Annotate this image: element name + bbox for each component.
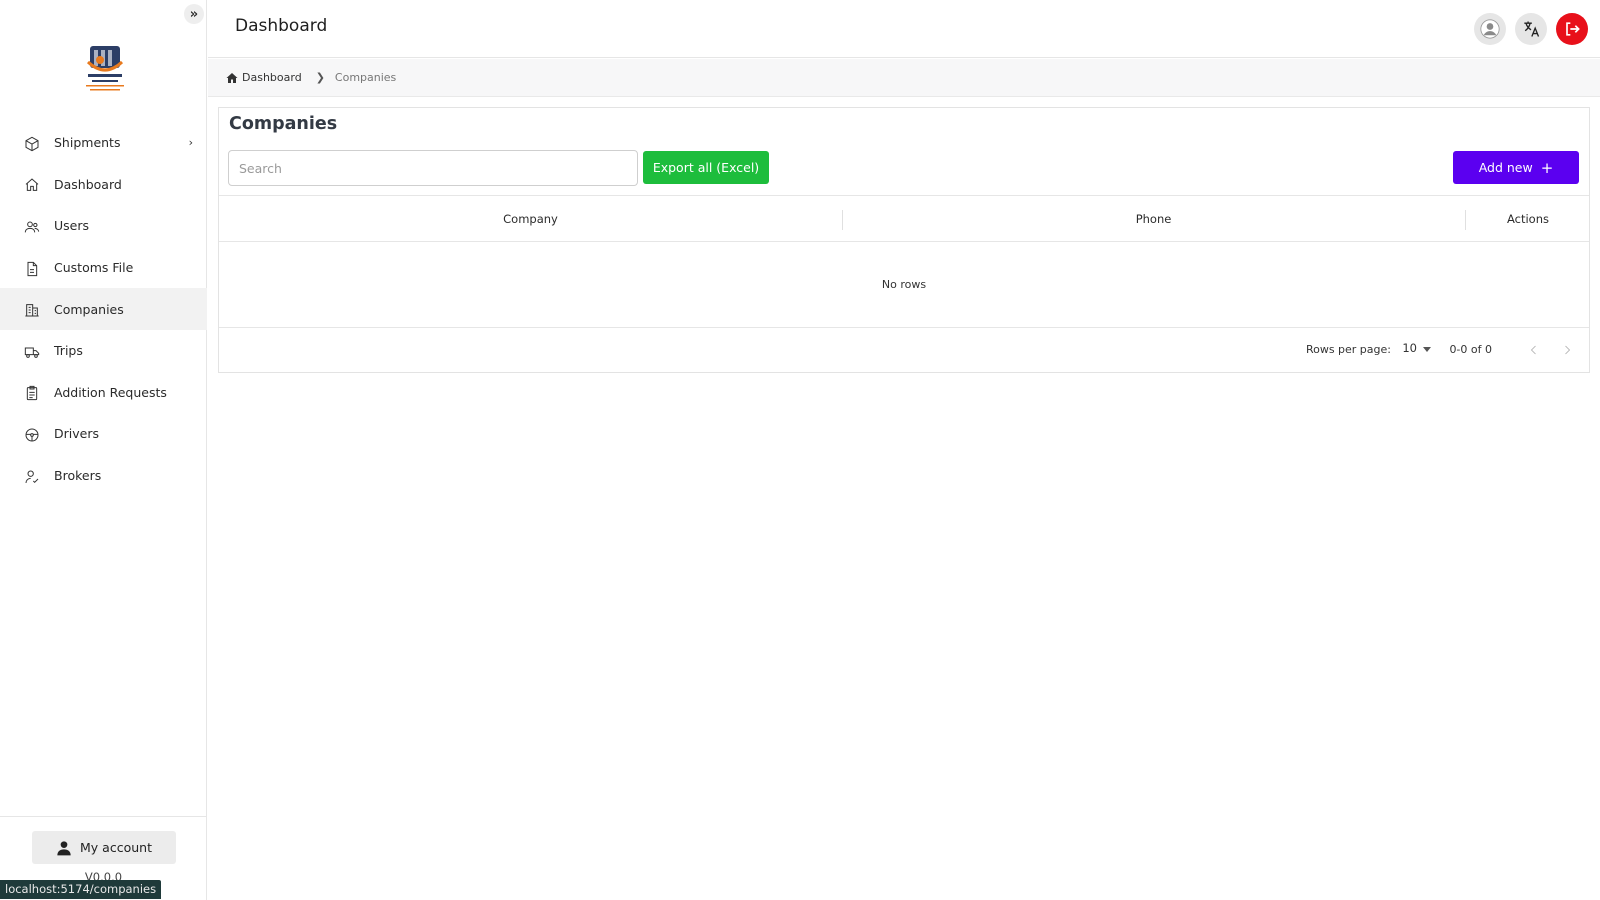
- sidebar: » Shipments › Dashboard Users Customs Fi…: [0, 0, 207, 900]
- language-button[interactable]: [1515, 13, 1547, 45]
- sidebar-item-label: Companies: [54, 301, 124, 317]
- logout-icon: [1566, 22, 1580, 36]
- translate-icon: [1524, 21, 1540, 37]
- chevron-right-icon: ❯: [315, 71, 325, 84]
- truck-icon: [24, 344, 40, 360]
- breadcrumb-home-label: Dashboard: [242, 71, 302, 84]
- page-title: Dashboard: [235, 16, 328, 36]
- file-icon: [24, 261, 40, 277]
- logout-button[interactable]: [1556, 13, 1588, 45]
- add-new-button[interactable]: Add new +: [1453, 151, 1579, 184]
- sidebar-item-drivers[interactable]: Drivers: [0, 413, 207, 455]
- home-icon: [24, 177, 40, 193]
- breadcrumb-home-link[interactable]: Dashboard: [226, 71, 302, 84]
- sidebar-item-label: Trips: [54, 343, 83, 359]
- export-excel-button[interactable]: Export all (Excel): [643, 151, 769, 184]
- chevron-left-icon: [1530, 345, 1536, 355]
- avatar-button[interactable]: [1474, 13, 1506, 45]
- my-account-label: My account: [80, 840, 152, 855]
- plus-icon: +: [1540, 158, 1554, 177]
- sidebar-item-addition-requests[interactable]: Addition Requests: [0, 372, 207, 414]
- sidebar-item-label: Shipments: [54, 135, 121, 151]
- chevron-right-icon: ›: [188, 136, 193, 149]
- empty-table-message: No rows: [219, 242, 1589, 328]
- user-check-icon: [24, 469, 40, 485]
- sidebar-item-label: Customs File: [54, 260, 134, 276]
- sidebar-item-label: Users: [54, 218, 90, 234]
- sidebar-item-companies[interactable]: Companies: [0, 288, 207, 330]
- column-header-actions: Actions: [1506, 212, 1549, 226]
- sidebar-item-shipments[interactable]: Shipments ›: [0, 122, 207, 164]
- sidebar-item-customs-file[interactable]: Customs File: [0, 247, 207, 289]
- next-page-button[interactable]: [1557, 340, 1577, 360]
- sidebar-item-label: Dashboard: [54, 176, 122, 192]
- box-icon: [24, 136, 40, 152]
- clipboard-icon: [24, 385, 40, 401]
- building-icon: [24, 302, 40, 318]
- sidebar-item-users[interactable]: Users: [0, 205, 207, 247]
- search-input[interactable]: [228, 150, 638, 186]
- breadcrumb-current: Companies: [334, 71, 397, 84]
- sidebar-collapse-button[interactable]: »: [184, 4, 204, 24]
- status-bar-url: localhost:5174/companies: [0, 880, 162, 899]
- pagination-range: 0-0 of 0: [1449, 343, 1492, 356]
- user-avatar-icon: [1480, 19, 1500, 39]
- table-pagination: Rows per page: 10 0-0 of 0: [219, 328, 1589, 372]
- steering-wheel-icon: [24, 427, 40, 443]
- my-account-button[interactable]: My account: [32, 831, 176, 864]
- caret-down-icon: [1423, 347, 1431, 352]
- sidebar-item-dashboard[interactable]: Dashboard: [0, 164, 207, 206]
- rows-per-page-label: Rows per page:: [1305, 343, 1391, 356]
- rows-per-page-select[interactable]: 10: [1402, 341, 1431, 355]
- companies-card: Companies Export all (Excel) Add new + C…: [218, 107, 1590, 373]
- sidebar-item-brokers[interactable]: Brokers: [0, 455, 207, 497]
- add-new-label: Add new: [1478, 160, 1533, 175]
- previous-page-button[interactable]: [1524, 340, 1544, 360]
- sidebar-nav: Shipments › Dashboard Users Customs File: [0, 122, 207, 496]
- top-bar: Dashboard: [208, 0, 1600, 58]
- chevron-right-icon: [1565, 345, 1571, 355]
- sidebar-item-label: Drivers: [54, 426, 99, 442]
- section-title: Companies: [229, 114, 338, 134]
- sidebar-item-label: Addition Requests: [54, 384, 167, 400]
- company-logo: [80, 40, 130, 96]
- column-header-company[interactable]: Company: [219, 196, 842, 242]
- breadcrumb: Dashboard ❯ Companies: [208, 59, 1600, 97]
- rows-per-page-value: 10: [1402, 341, 1417, 355]
- user-icon: [57, 840, 71, 855]
- home-icon: [226, 72, 238, 83]
- top-actions: [1474, 13, 1588, 45]
- table-header: Company Phone Actions: [219, 195, 1589, 242]
- double-chevron-right-icon: »: [189, 6, 199, 22]
- users-icon: [24, 219, 40, 235]
- column-header-phone[interactable]: Phone: [842, 196, 1465, 242]
- sidebar-item-label: Brokers: [54, 468, 102, 484]
- sidebar-item-trips[interactable]: Trips: [0, 330, 207, 372]
